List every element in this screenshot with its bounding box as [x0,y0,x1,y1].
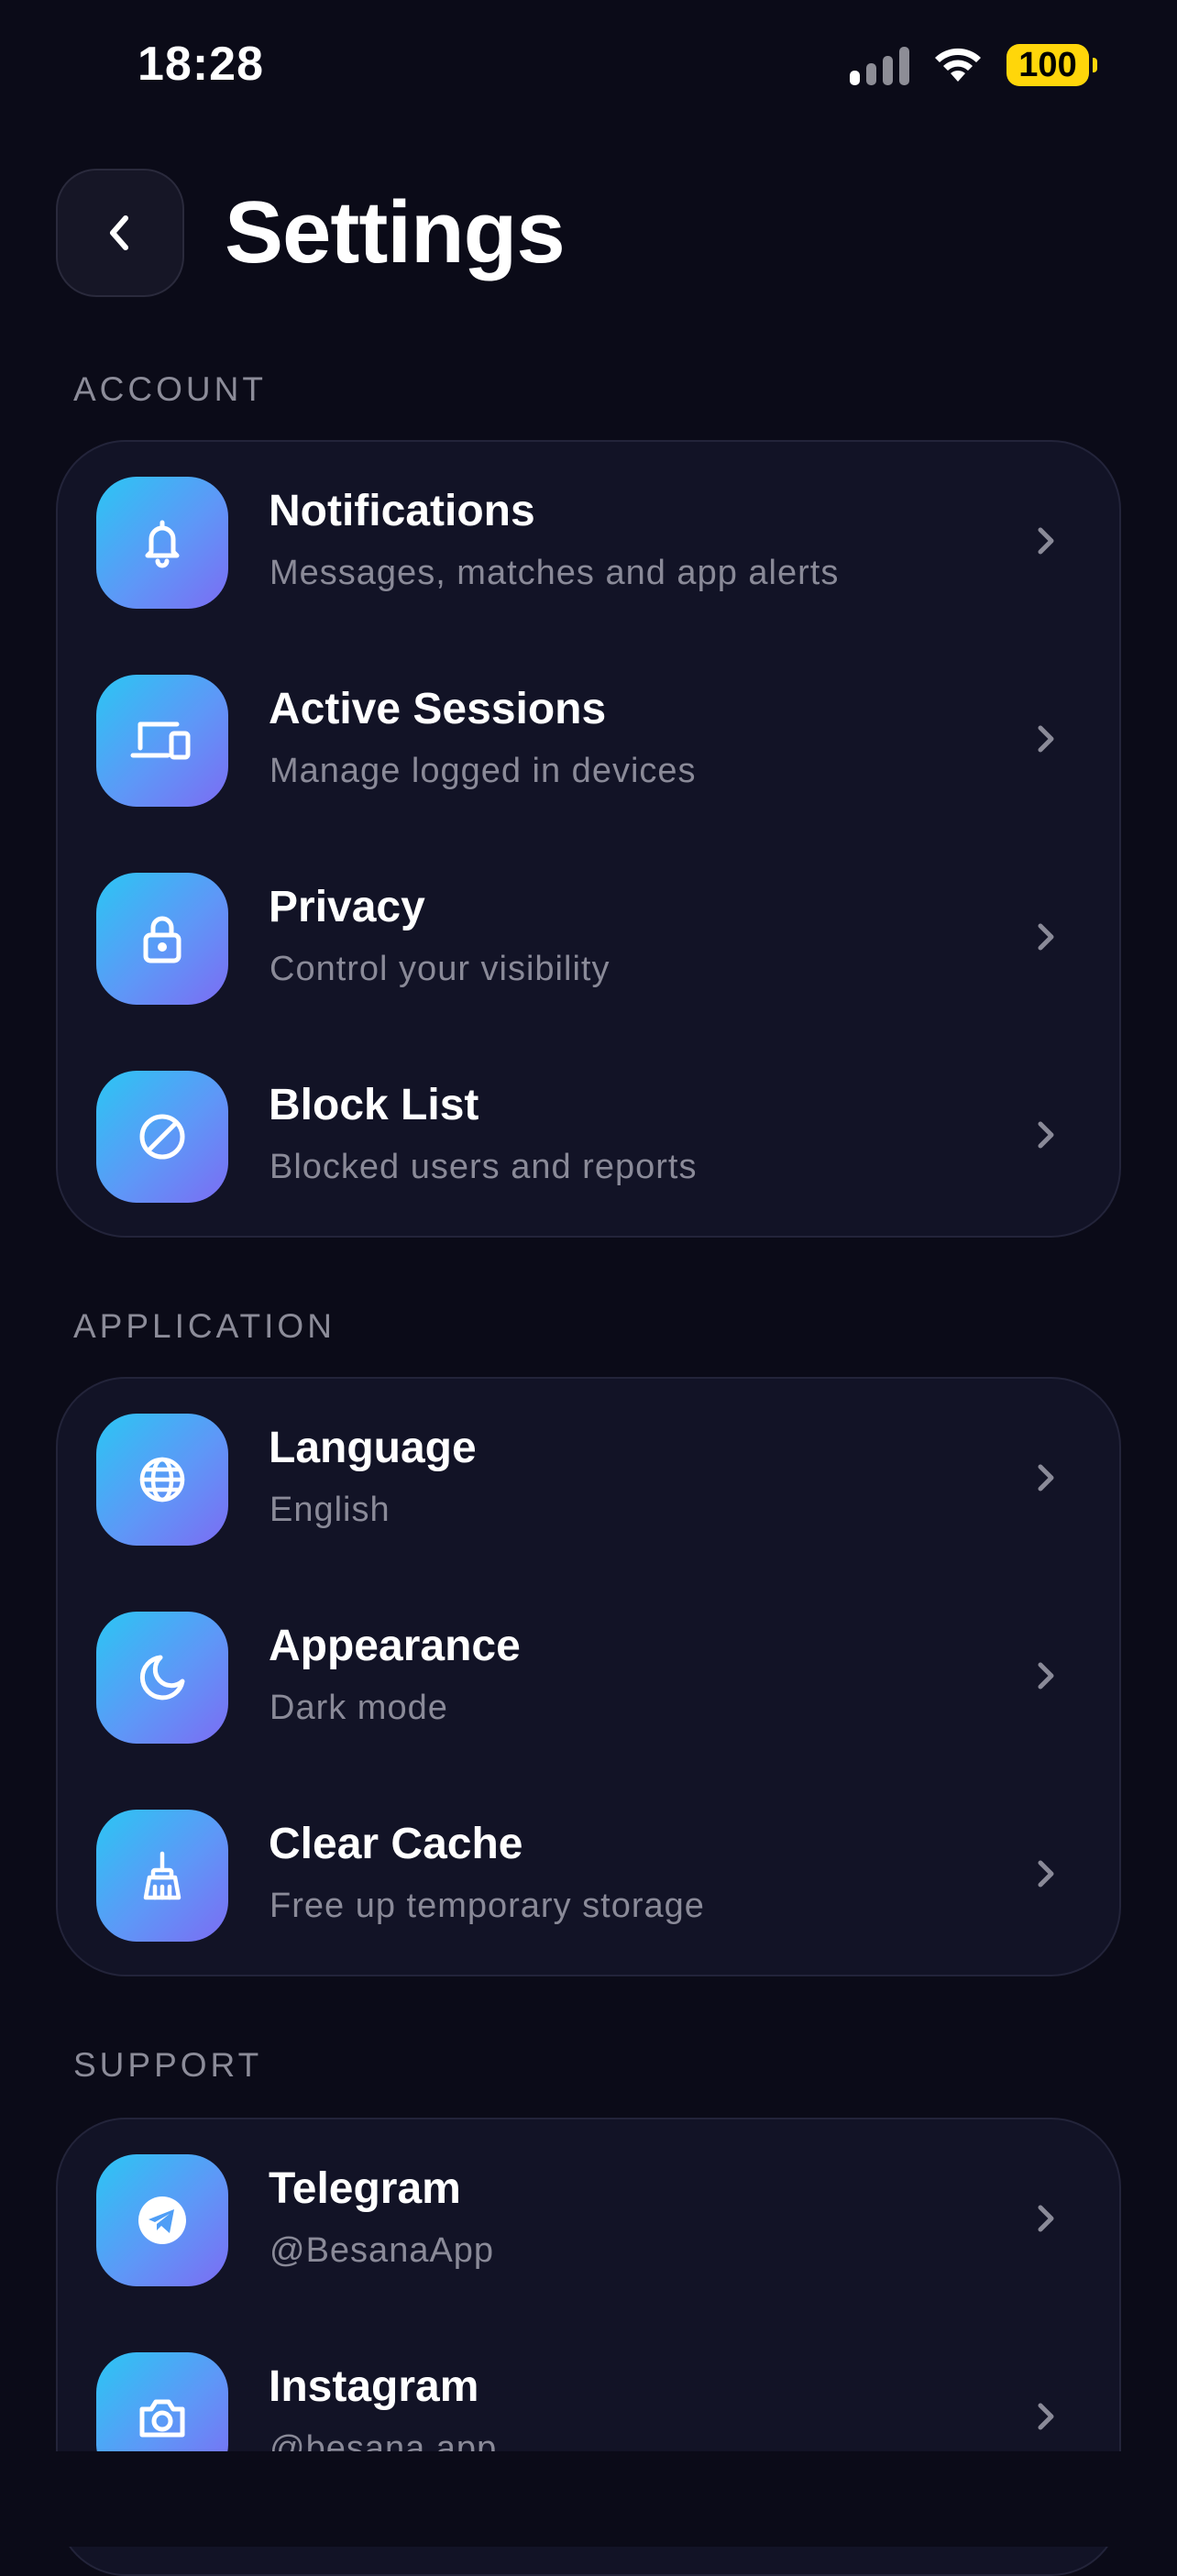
section-label-application: APPLICATION [73,1307,336,1345]
chevron-right-icon [1038,1464,1054,1492]
settings-row-appearance[interactable]: Appearance Dark mode [58,1577,1119,1775]
row-subtitle: Manage logged in devices [270,752,697,790]
globe-icon [96,1414,228,1546]
settings-row-language[interactable]: Language English [58,1379,1119,1577]
chevron-right-icon [1038,527,1054,555]
telegram-icon [96,2154,228,2286]
lock-icon [96,873,228,1005]
battery-icon: 100 [1006,44,1097,86]
back-button[interactable] [56,169,184,297]
chevron-right-icon [1038,1662,1054,1690]
block-icon [96,1071,228,1203]
section-label-account: ACCOUNT [73,370,267,408]
row-title: Instagram [269,2362,479,2411]
cellular-signal-icon [850,45,909,85]
row-title: Notifications [269,487,535,535]
status-bar: 18:28 100 [0,0,1177,138]
bell-icon [96,477,228,609]
settings-row-telegram[interactable]: Telegram @BesanaApp [58,2119,1119,2317]
settings-row-active-sessions[interactable]: Active Sessions Manage logged in devices [58,640,1119,838]
chevron-right-icon [1038,923,1054,951]
row-title: Clear Cache [269,1820,523,1868]
chevron-right-icon [1038,1860,1054,1888]
devices-icon [96,675,228,807]
bottom-safe-area [0,2451,1177,2547]
moon-icon [96,1612,228,1744]
status-time: 18:28 [138,38,264,91]
chevron-right-icon [1038,2403,1054,2430]
row-subtitle: Free up temporary storage [270,1887,705,1925]
settings-row-privacy[interactable]: Privacy Control your visibility [58,838,1119,1036]
chevron-right-icon [1038,725,1054,753]
chevron-right-icon [1038,2205,1054,2232]
chevron-right-icon [1038,1121,1054,1149]
row-subtitle: Blocked users and reports [270,1148,698,1186]
chevron-left-icon [110,215,128,250]
page-title: Settings [225,183,566,281]
row-title: Privacy [269,883,425,931]
row-subtitle: Messages, matches and app alerts [270,554,840,592]
row-subtitle: Control your visibility [270,950,610,988]
row-title: Appearance [269,1622,521,1670]
account-card: Notifications Messages, matches and app … [56,440,1121,1238]
row-title: Telegram [269,2164,461,2213]
settings-row-block-list[interactable]: Block List Blocked users and reports [58,1036,1119,1234]
status-icons: 100 [850,44,1097,86]
section-label-support: SUPPORT [73,2046,263,2084]
row-title: Language [269,1424,477,1472]
row-title: Active Sessions [269,685,607,733]
settings-row-notifications[interactable]: Notifications Messages, matches and app … [58,442,1119,640]
settings-row-clear-cache[interactable]: Clear Cache Free up temporary storage [58,1775,1119,1973]
broom-icon [96,1810,228,1942]
wifi-icon [935,48,981,82]
row-subtitle: @BesanaApp [270,2231,495,2270]
row-subtitle: English [270,1491,390,1529]
row-subtitle: Dark mode [270,1689,448,1727]
row-title: Block List [269,1081,479,1129]
application-card: Language English Appearance Dark mode Cl… [56,1377,1121,1976]
